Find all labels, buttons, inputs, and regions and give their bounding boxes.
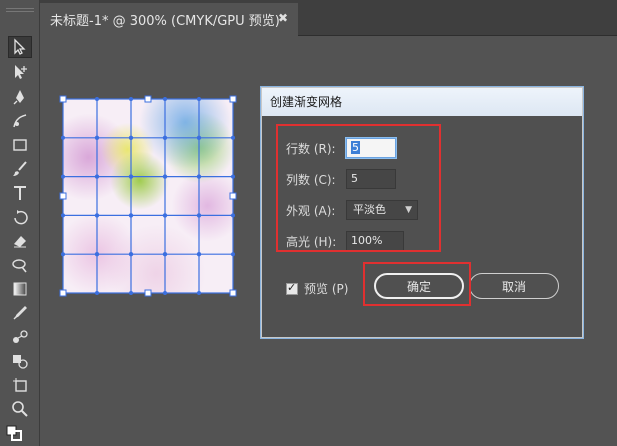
close-icon[interactable]: ✖ xyxy=(276,11,290,25)
rotate-tool-icon[interactable] xyxy=(8,206,32,228)
rows-input[interactable]: 5 xyxy=(346,138,396,158)
selection-tool-icon[interactable] xyxy=(8,36,32,58)
type-tool-icon[interactable] xyxy=(8,182,32,204)
dialog-body: 行数 (R): 5 列数 (C): 5 外观 (A): 平淡色 ▼ 高光 (H)… xyxy=(266,116,578,334)
preview-label[interactable]: 预览 (P) xyxy=(304,280,348,297)
gradient-mesh-object[interactable] xyxy=(59,95,237,297)
pen-tool-icon[interactable] xyxy=(8,86,32,108)
zoom-tool-icon[interactable] xyxy=(8,398,32,420)
curvature-tool-icon[interactable] xyxy=(8,110,32,132)
ok-button[interactable]: 确定 xyxy=(374,273,464,299)
appearance-select[interactable]: 平淡色 ▼ xyxy=(346,200,418,220)
highlight-label: 高光 (H): xyxy=(286,234,337,249)
highlight-input[interactable]: 100% xyxy=(346,231,404,251)
columns-input[interactable]: 5 xyxy=(346,169,396,189)
create-gradient-mesh-dialog: 创建渐变网格 行数 (R): 5 列数 (C): 5 外观 (A): 平淡色 ▼… xyxy=(261,87,583,338)
preview-row: 预览 (P) xyxy=(286,280,348,297)
artboard-tool-icon[interactable] xyxy=(8,374,32,396)
paintbrush-tool-icon[interactable] xyxy=(8,158,32,180)
tools-panel xyxy=(0,0,40,446)
fill-stroke-swatch-icon[interactable] xyxy=(2,422,26,444)
panel-grip[interactable] xyxy=(6,8,34,12)
mesh-grid xyxy=(59,95,237,297)
appearance-label: 外观 (A): xyxy=(286,203,336,218)
eyedropper-tool-icon[interactable] xyxy=(8,302,32,324)
rectangle-tool-icon[interactable] xyxy=(8,134,32,156)
preview-checkbox[interactable] xyxy=(286,281,298,295)
gradient-tool-icon[interactable] xyxy=(8,278,32,300)
highlight-row: 高光 (H): 100% xyxy=(286,231,404,251)
shape-builder-tool-icon[interactable] xyxy=(8,350,32,372)
eraser-tool-icon[interactable] xyxy=(8,230,32,252)
rows-row: 行数 (R): 5 xyxy=(286,138,396,158)
appearance-value: 平淡色 xyxy=(353,203,386,216)
dialog-title[interactable]: 创建渐变网格 xyxy=(262,88,582,116)
direct-selection-tool-icon[interactable] xyxy=(8,61,32,83)
warp-tool-icon[interactable] xyxy=(8,254,32,276)
rows-label: 行数 (R): xyxy=(286,141,336,156)
document-tab-title: 未标题-1* @ 300% (CMYK/GPU 预览) xyxy=(50,14,280,29)
cancel-button[interactable]: 取消 xyxy=(469,273,559,299)
appearance-row: 外观 (A): 平淡色 ▼ xyxy=(286,200,418,220)
columns-label: 列数 (C): xyxy=(286,172,336,187)
document-tab[interactable]: 未标题-1* @ 300% (CMYK/GPU 预览) ✖ xyxy=(40,3,298,36)
document-tab-bar: 未标题-1* @ 300% (CMYK/GPU 预览) ✖ xyxy=(40,0,617,36)
blend-tool-icon[interactable] xyxy=(8,326,32,348)
chevron-down-icon: ▼ xyxy=(405,205,412,215)
columns-row: 列数 (C): 5 xyxy=(286,169,396,189)
